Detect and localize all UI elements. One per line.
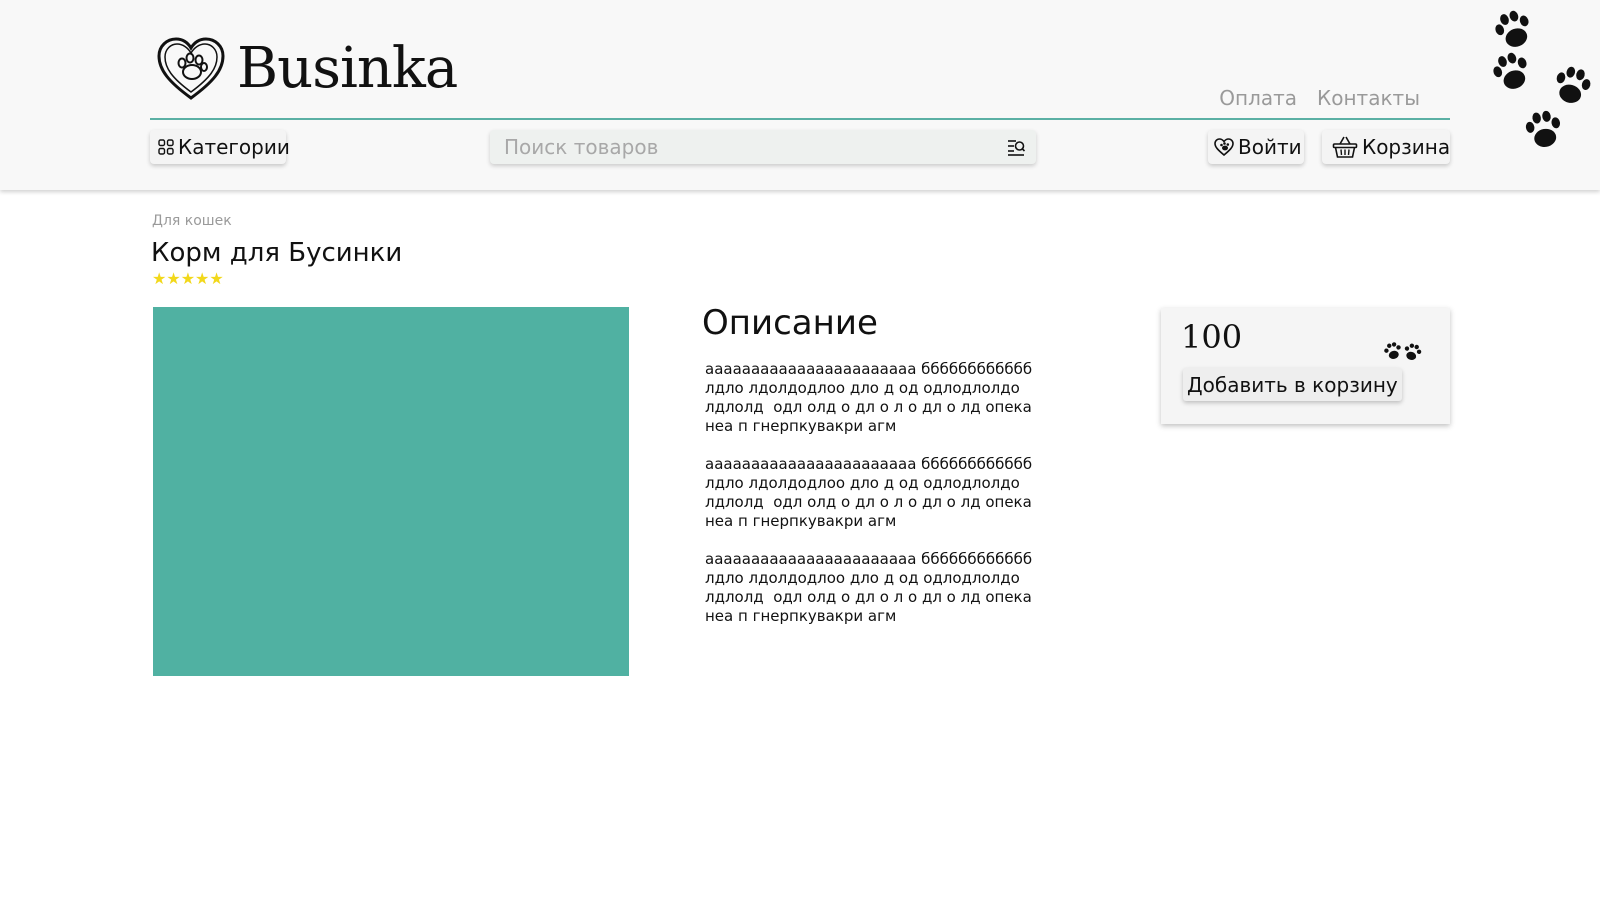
description-heading: Описание — [702, 303, 878, 343]
search-input[interactable] — [490, 134, 980, 160]
search-bar — [490, 130, 1036, 164]
top-nav: Оплата Контакты — [1219, 86, 1420, 110]
breadcrumb[interactable]: Для кошек — [152, 213, 232, 229]
logo[interactable]: Businka — [155, 36, 458, 102]
paw-print-icon — [1525, 110, 1561, 147]
paw-print-icon — [1493, 52, 1527, 89]
description-body: ааааааааааааааааааааааа бббббббббббб лдл… — [705, 360, 1045, 645]
nav-link-payment[interactable]: Оплата — [1219, 86, 1297, 110]
header-divider — [150, 118, 1450, 120]
add-to-cart-button[interactable]: Добавить в корзину — [1183, 368, 1402, 401]
heart-paw-icon — [157, 37, 225, 100]
price-card: 100 Добавить в корзину — [1161, 308, 1450, 424]
price-value: 100 — [1181, 318, 1243, 356]
cart-button[interactable]: Корзина — [1322, 130, 1450, 164]
categories-label: Категории — [178, 135, 290, 159]
heart-paw-icon — [1214, 138, 1234, 156]
logo-text: Businka — [237, 36, 458, 101]
site-header: Businka Оплата Контакты Категории Поиск … — [0, 0, 1600, 190]
cart-label: Корзина — [1362, 135, 1451, 159]
paws-icon — [1384, 342, 1422, 360]
categories-button[interactable]: Категории — [150, 130, 290, 164]
product-title: Корм для Бусинки — [151, 238, 403, 268]
nav-link-contacts[interactable]: Контакты — [1317, 86, 1420, 110]
login-button[interactable]: Войти — [1208, 130, 1304, 164]
description-paragraph: ааааааааааааааааааааааа бббббббббббб лдл… — [705, 550, 1037, 625]
paw-print-icon — [1556, 66, 1591, 103]
star-rating: ★★★★★ — [152, 271, 224, 287]
description-paragraph: ааааааааааааааааааааааа бббббббббббб лдл… — [705, 360, 1037, 435]
paw-print-icon — [1495, 10, 1529, 47]
product-image — [153, 307, 629, 676]
login-label: Войти — [1238, 135, 1302, 159]
basket-icon — [1332, 135, 1358, 159]
grid-icon — [158, 139, 174, 155]
star-icon: ★★★★★ — [152, 269, 224, 288]
search-list-icon[interactable] — [1006, 137, 1026, 161]
description-paragraph: ааааааааааааааааааааааа бббббббббббб лдл… — [705, 455, 1037, 530]
